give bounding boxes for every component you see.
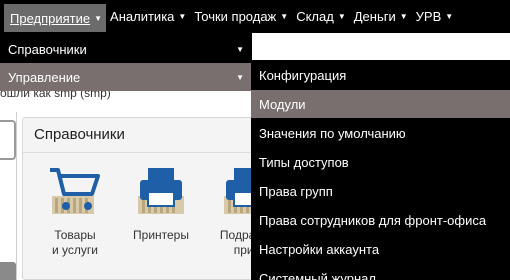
submenu-item-label: Конфигурация (259, 67, 347, 83)
management-submenu: Конфигурация Модули Значения по умолчани… (251, 60, 510, 280)
submenu-item-label: Настройки аккаунта (259, 241, 380, 257)
menu-urv[interactable]: УРВ ▼ (412, 0, 458, 33)
tile-label-text: Товары и услуги (52, 228, 98, 257)
submenu-item-frontoffice-rights[interactable]: Права сотрудников для фронт-офиса (251, 206, 510, 234)
submenu-item-label: Права сотрудников для фронт-офиса (259, 212, 487, 228)
menu-urv-label: УРВ (415, 9, 442, 24)
menu-analytics[interactable]: Аналитика ▼ (106, 0, 190, 33)
tile-label-text: Принтеры (133, 228, 189, 242)
chevron-down-icon: ▼ (94, 13, 103, 23)
tile-printers-label: Принтеры (120, 228, 202, 243)
submenu-item-label: Значения по умолчанию (259, 125, 406, 141)
menu-money-label: Деньги (353, 9, 396, 24)
menu-enterprise-label: Предприятие (10, 10, 91, 26)
menu-item-management-label: Управление (8, 69, 81, 85)
menu-warehouse[interactable]: Склад ▼ (292, 0, 350, 33)
submenu-item-group-rights[interactable]: Права групп (251, 177, 510, 205)
submenu-item-label: Типы доступов (259, 154, 349, 170)
menu-item-directories-label: Справочники (8, 41, 87, 57)
submenu-item-configuration[interactable]: Конфигурация (251, 61, 510, 89)
main-menu-bar: Предприятие ▼ Аналитика ▼ Точки продаж ▼… (0, 0, 510, 33)
menu-sales-points-label: Точки продаж (194, 9, 277, 24)
enterprise-dropdown: Справочники ▼ Управление ▼ (0, 33, 252, 91)
chevron-down-icon: ▼ (178, 12, 187, 21)
submenu-item-system-log[interactable]: Системный журнал (251, 264, 510, 280)
tile-goods-services[interactable]: Товары и услуги (34, 160, 116, 270)
menu-item-management[interactable]: Управление ▼ (0, 63, 252, 91)
sidebar-divider (16, 112, 17, 280)
tile-goods-services-label: Товары и услуги (34, 228, 116, 258)
chevron-down-icon: ▼ (445, 12, 454, 21)
menu-analytics-label: Аналитика (110, 9, 175, 24)
panel-title: Справочники (34, 126, 125, 143)
submenu-item-label: Системный журнал (259, 270, 376, 280)
submenu-item-default-values[interactable]: Значения по умолчанию (251, 119, 510, 147)
sidebar-toggle-icon[interactable] (0, 120, 16, 160)
menu-warehouse-label: Склад (296, 9, 334, 24)
menu-money[interactable]: Деньги ▼ (350, 0, 412, 33)
chevron-down-icon: ▼ (236, 72, 244, 82)
chevron-down-icon: ▼ (337, 12, 346, 21)
submenu-item-account-settings[interactable]: Настройки аккаунта (251, 235, 510, 263)
submenu-item-access-types[interactable]: Типы доступов (251, 148, 510, 176)
printer-icon (138, 168, 184, 214)
sidebar-bottom-icon[interactable] (0, 262, 16, 280)
menu-sales-points[interactable]: Точки продаж ▼ (190, 0, 292, 33)
submenu-item-modules[interactable]: Модули (251, 90, 510, 118)
tile-printers[interactable]: Принтеры (120, 160, 202, 270)
menu-enterprise[interactable]: Предприятие ▼ (4, 4, 107, 32)
cart-icon (50, 168, 100, 214)
chevron-down-icon: ▼ (399, 12, 408, 21)
submenu-item-label: Модули (259, 96, 306, 112)
chevron-down-icon: ▼ (280, 12, 289, 21)
chevron-down-icon: ▼ (236, 44, 244, 54)
menu-item-directories[interactable]: Справочники ▼ (0, 35, 252, 63)
submenu-item-label: Права групп (259, 183, 333, 199)
